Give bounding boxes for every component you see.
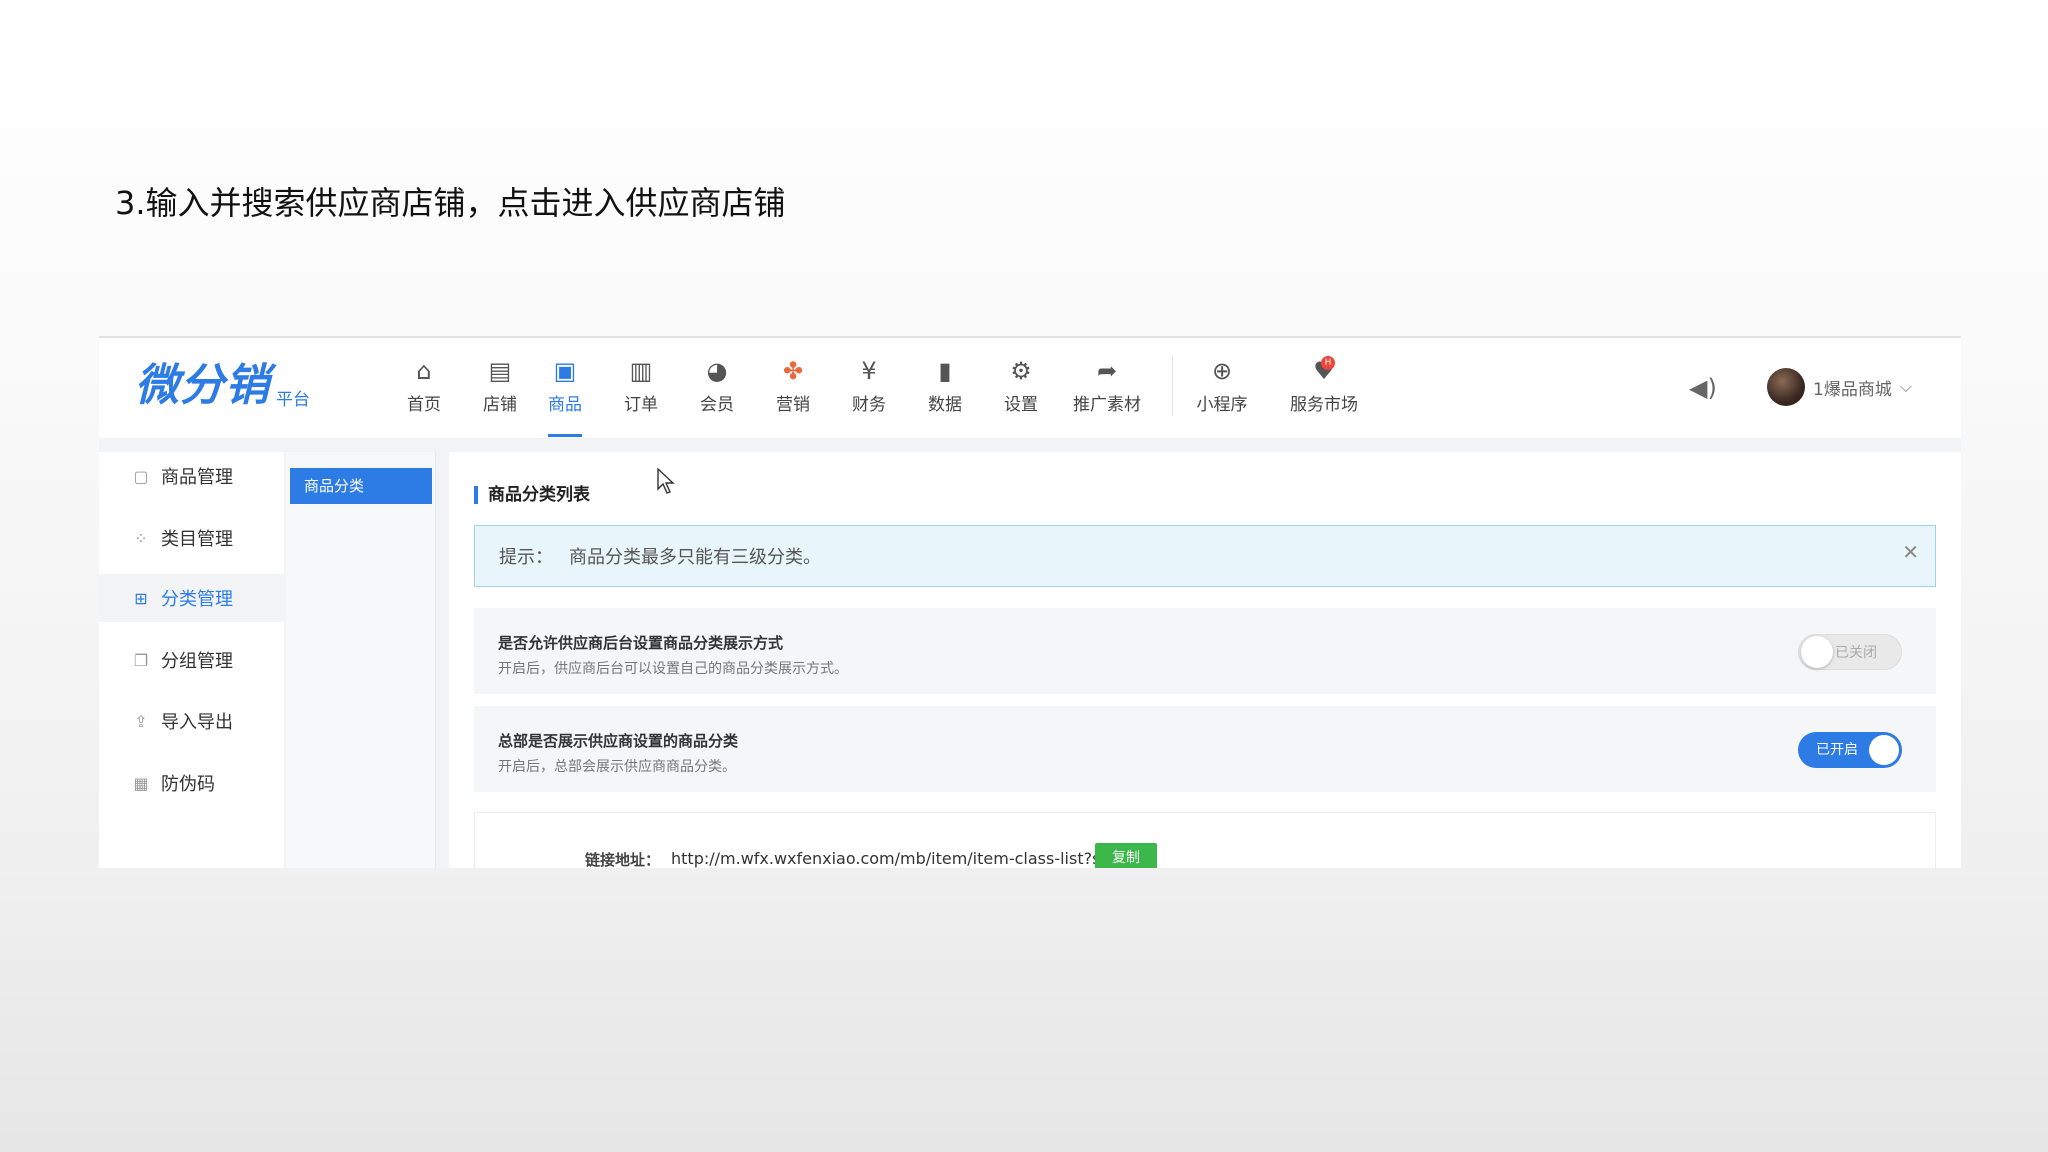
toggle-switch-off[interactable]: 已关闭 xyxy=(1798,634,1902,670)
sidebar-item-goods-manage[interactable]: ▢ 商品管理 xyxy=(99,452,284,500)
anti-fake-icon: ▦ xyxy=(133,773,149,793)
link-url[interactable]: http://m.wfx.wxfenxiao.com/mb/item/item-… xyxy=(671,849,1139,868)
group-manage-icon: ❐ xyxy=(133,650,149,670)
logo[interactable]: 微分销 平台 xyxy=(135,358,310,414)
tip-text: 商品分类最多只能有三级分类。 xyxy=(569,547,821,568)
logo-sub-text: 平台 xyxy=(276,390,310,410)
nav-label: 服务市场 xyxy=(1290,395,1358,415)
setting-row-supplier-display: 是否允许供应商后台设置商品分类展示方式 开启后，供应商后台可以设置自己的商品分类… xyxy=(474,608,1936,694)
link-label: 链接地址： xyxy=(585,851,661,868)
sidebar-item-label: 导入导出 xyxy=(161,712,233,733)
classify-manage-icon: ⊞ xyxy=(134,588,148,608)
import-export-icon: ⇪ xyxy=(134,711,148,731)
user-menu[interactable]: 1爆品商城 ⌵ xyxy=(1767,368,1912,406)
sidebar-item-category-manage[interactable]: ⁘ 类目管理 xyxy=(99,514,284,562)
nav-label: 小程序 xyxy=(1196,395,1248,415)
sidebar-item-label: 分类管理 xyxy=(161,589,233,610)
nav-label: 财务 xyxy=(852,395,886,415)
setting-desc: 开启后，供应商后台可以设置自己的商品分类展示方式。 xyxy=(498,661,848,677)
home-icon: ⌂ xyxy=(416,357,432,385)
nav-item-goods[interactable]: ▣ 商品 xyxy=(530,356,600,415)
avatar xyxy=(1767,368,1805,406)
nav-label: 订单 xyxy=(624,395,658,415)
logo-main-text: 微分销 xyxy=(135,360,270,411)
nav-label: 店铺 xyxy=(483,395,517,415)
sidebar-item-label: 分组管理 xyxy=(161,651,233,672)
copy-button[interactable]: 复制 xyxy=(1095,843,1157,868)
sidebar-item-label: 防伪码 xyxy=(161,774,215,795)
setting-title: 总部是否展示供应商设置的商品分类 xyxy=(498,732,739,750)
setting-row-hq-display: 总部是否展示供应商设置的商品分类 开启后，总部会展示供应商商品分类。 已开启 xyxy=(474,706,1936,792)
slide-caption: 3.输入并搜索供应商店铺，点击进入供应商店铺 xyxy=(115,184,786,222)
tip-banner: 提示： 商品分类最多只能有三级分类。 ✕ xyxy=(474,525,1936,587)
nav-label: 营销 xyxy=(776,395,810,415)
subnav-item-goods-category[interactable]: 商品分类 xyxy=(290,468,432,504)
finance-icon: ¥ xyxy=(861,357,877,385)
category-manage-icon: ⁘ xyxy=(134,528,148,548)
goods-manage-icon: ▢ xyxy=(133,466,149,486)
nav-label: 首页 xyxy=(407,395,441,415)
toggle-label: 已开启 xyxy=(1816,742,1858,758)
toggle-knob xyxy=(1869,735,1899,765)
store-icon: ▤ xyxy=(488,357,512,385)
nav-item-miniprogram[interactable]: ⊕ 小程序 xyxy=(1182,356,1262,415)
app-screenshot: 微分销 平台 ⌂ 首页 ▤ 店铺 ▣ 商品 ▥ 订单 ◕ 会员 ✤ 营销 ¥ 财… xyxy=(99,336,1961,868)
nav-item-service-market[interactable]: ♥ H 服务市场 xyxy=(1279,356,1369,415)
sidebar-item-classify-manage[interactable]: ⊞ 分类管理 xyxy=(99,574,284,622)
toggle-label: 已关闭 xyxy=(1835,645,1877,661)
nav-label: 会员 xyxy=(700,395,734,415)
goods-icon: ▣ xyxy=(553,357,577,385)
nav-item-home[interactable]: ⌂ 首页 xyxy=(389,356,459,415)
share-icon: ➦ xyxy=(1096,357,1118,385)
chevron-down-icon: ⌵ xyxy=(1899,377,1912,396)
nav-label: 商品 xyxy=(548,395,582,415)
nav-item-data[interactable]: ▮ 数据 xyxy=(910,356,980,415)
page-title: 商品分类列表 xyxy=(474,486,590,504)
speaker-icon[interactable]: ◀) xyxy=(1689,374,1717,402)
sidebar-item-group-manage[interactable]: ❐ 分组管理 xyxy=(99,636,284,684)
order-icon: ▥ xyxy=(629,357,653,385)
nav-label: 设置 xyxy=(1004,395,1038,415)
top-nav: 微分销 平台 ⌂ 首页 ▤ 店铺 ▣ 商品 ▥ 订单 ◕ 会员 ✤ 营销 ¥ 财… xyxy=(99,338,1961,438)
nav-item-order[interactable]: ▥ 订单 xyxy=(606,356,676,415)
user-name: 1爆品商城 xyxy=(1813,379,1892,400)
data-icon: ▮ xyxy=(938,357,952,385)
nav-label: 数据 xyxy=(928,395,962,415)
mouse-cursor-icon xyxy=(657,468,675,494)
active-nav-indicator xyxy=(548,434,582,437)
nav-item-settings[interactable]: ⚙ 设置 xyxy=(986,356,1056,415)
member-icon: ◕ xyxy=(706,357,728,385)
sidebar: ▢ 商品管理 ⁘ 类目管理 ⊞ 分类管理 ❐ 分组管理 ⇪ 导入导出 ▦ 防伪码 xyxy=(99,452,284,868)
close-icon[interactable]: ✕ xyxy=(1902,540,1919,564)
main-panel: 商品分类列表 提示： 商品分类最多只能有三级分类。 ✕ 是否允许供应商后台设置商… xyxy=(449,452,1961,868)
marketing-icon: ✤ xyxy=(782,357,804,385)
nav-item-store[interactable]: ▤ 店铺 xyxy=(465,356,535,415)
tip-prefix: 提示： xyxy=(499,547,553,568)
sidebar-item-anti-fake[interactable]: ▦ 防伪码 xyxy=(99,759,284,807)
miniprogram-icon: ⊕ xyxy=(1211,357,1233,385)
sidebar-item-label: 商品管理 xyxy=(161,467,233,488)
nav-item-member[interactable]: ◕ 会员 xyxy=(682,356,752,415)
sub-sidebar: 商品分类 xyxy=(286,452,436,868)
sidebar-item-import-export[interactable]: ⇪ 导入导出 xyxy=(99,697,284,745)
toggle-switch-on[interactable]: 已开启 xyxy=(1798,732,1902,768)
nav-item-promo-material[interactable]: ➦ 推广素材 xyxy=(1062,356,1152,415)
setting-title: 是否允许供应商后台设置商品分类展示方式 xyxy=(498,634,784,652)
setting-desc: 开启后，总部会展示供应商商品分类。 xyxy=(498,759,736,775)
nav-label: 推广素材 xyxy=(1073,395,1141,415)
toggle-knob xyxy=(1801,636,1833,668)
link-row: 链接地址： http://m.wfx.wxfenxiao.com/mb/item… xyxy=(474,812,1936,868)
nav-item-marketing[interactable]: ✤ 营销 xyxy=(758,356,828,415)
nav-divider xyxy=(1172,356,1173,416)
settings-icon: ⚙ xyxy=(1010,357,1032,385)
nav-item-finance[interactable]: ¥ 财务 xyxy=(834,356,904,415)
sidebar-item-label: 类目管理 xyxy=(161,529,233,550)
hot-badge: H xyxy=(1321,356,1335,370)
